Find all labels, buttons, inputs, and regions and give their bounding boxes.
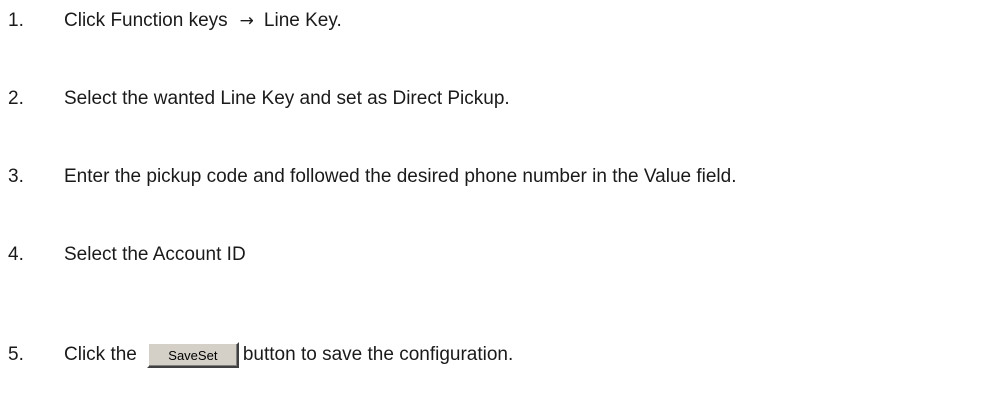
- saveset-button[interactable]: SaveSet: [146, 342, 239, 368]
- step-number: 3.: [8, 166, 24, 187]
- step-3: 3. Enter the pickup code and followed th…: [8, 162, 984, 192]
- step-1: 1. Click Function keys → Line Key.: [8, 6, 984, 36]
- instruction-steps: 1. Click Function keys → Line Key. 2. Se…: [0, 0, 984, 394]
- step-5: 5. Click the SaveSet button to save the …: [8, 340, 984, 370]
- step-text: Click the: [64, 344, 137, 365]
- step-text: Select the wanted Line Key and set as Di…: [64, 88, 510, 109]
- arrow-right-icon: →: [239, 11, 254, 31]
- step-4: 4. Select the Account ID: [8, 240, 984, 270]
- step-text: Enter the pickup code and followed the d…: [64, 166, 737, 187]
- step-number: 1.: [8, 10, 24, 31]
- step-text: Select the Account ID: [64, 244, 246, 265]
- step-text-after: button to save the configuration.: [242, 344, 514, 365]
- step-2: 2. Select the wanted Line Key and set as…: [8, 84, 984, 114]
- step-number: 2.: [8, 88, 24, 109]
- step-number: 4.: [8, 244, 24, 265]
- step-text-after: Line Key.: [263, 10, 342, 31]
- step-text: Click Function keys: [64, 10, 228, 31]
- step-number: 5.: [8, 344, 24, 365]
